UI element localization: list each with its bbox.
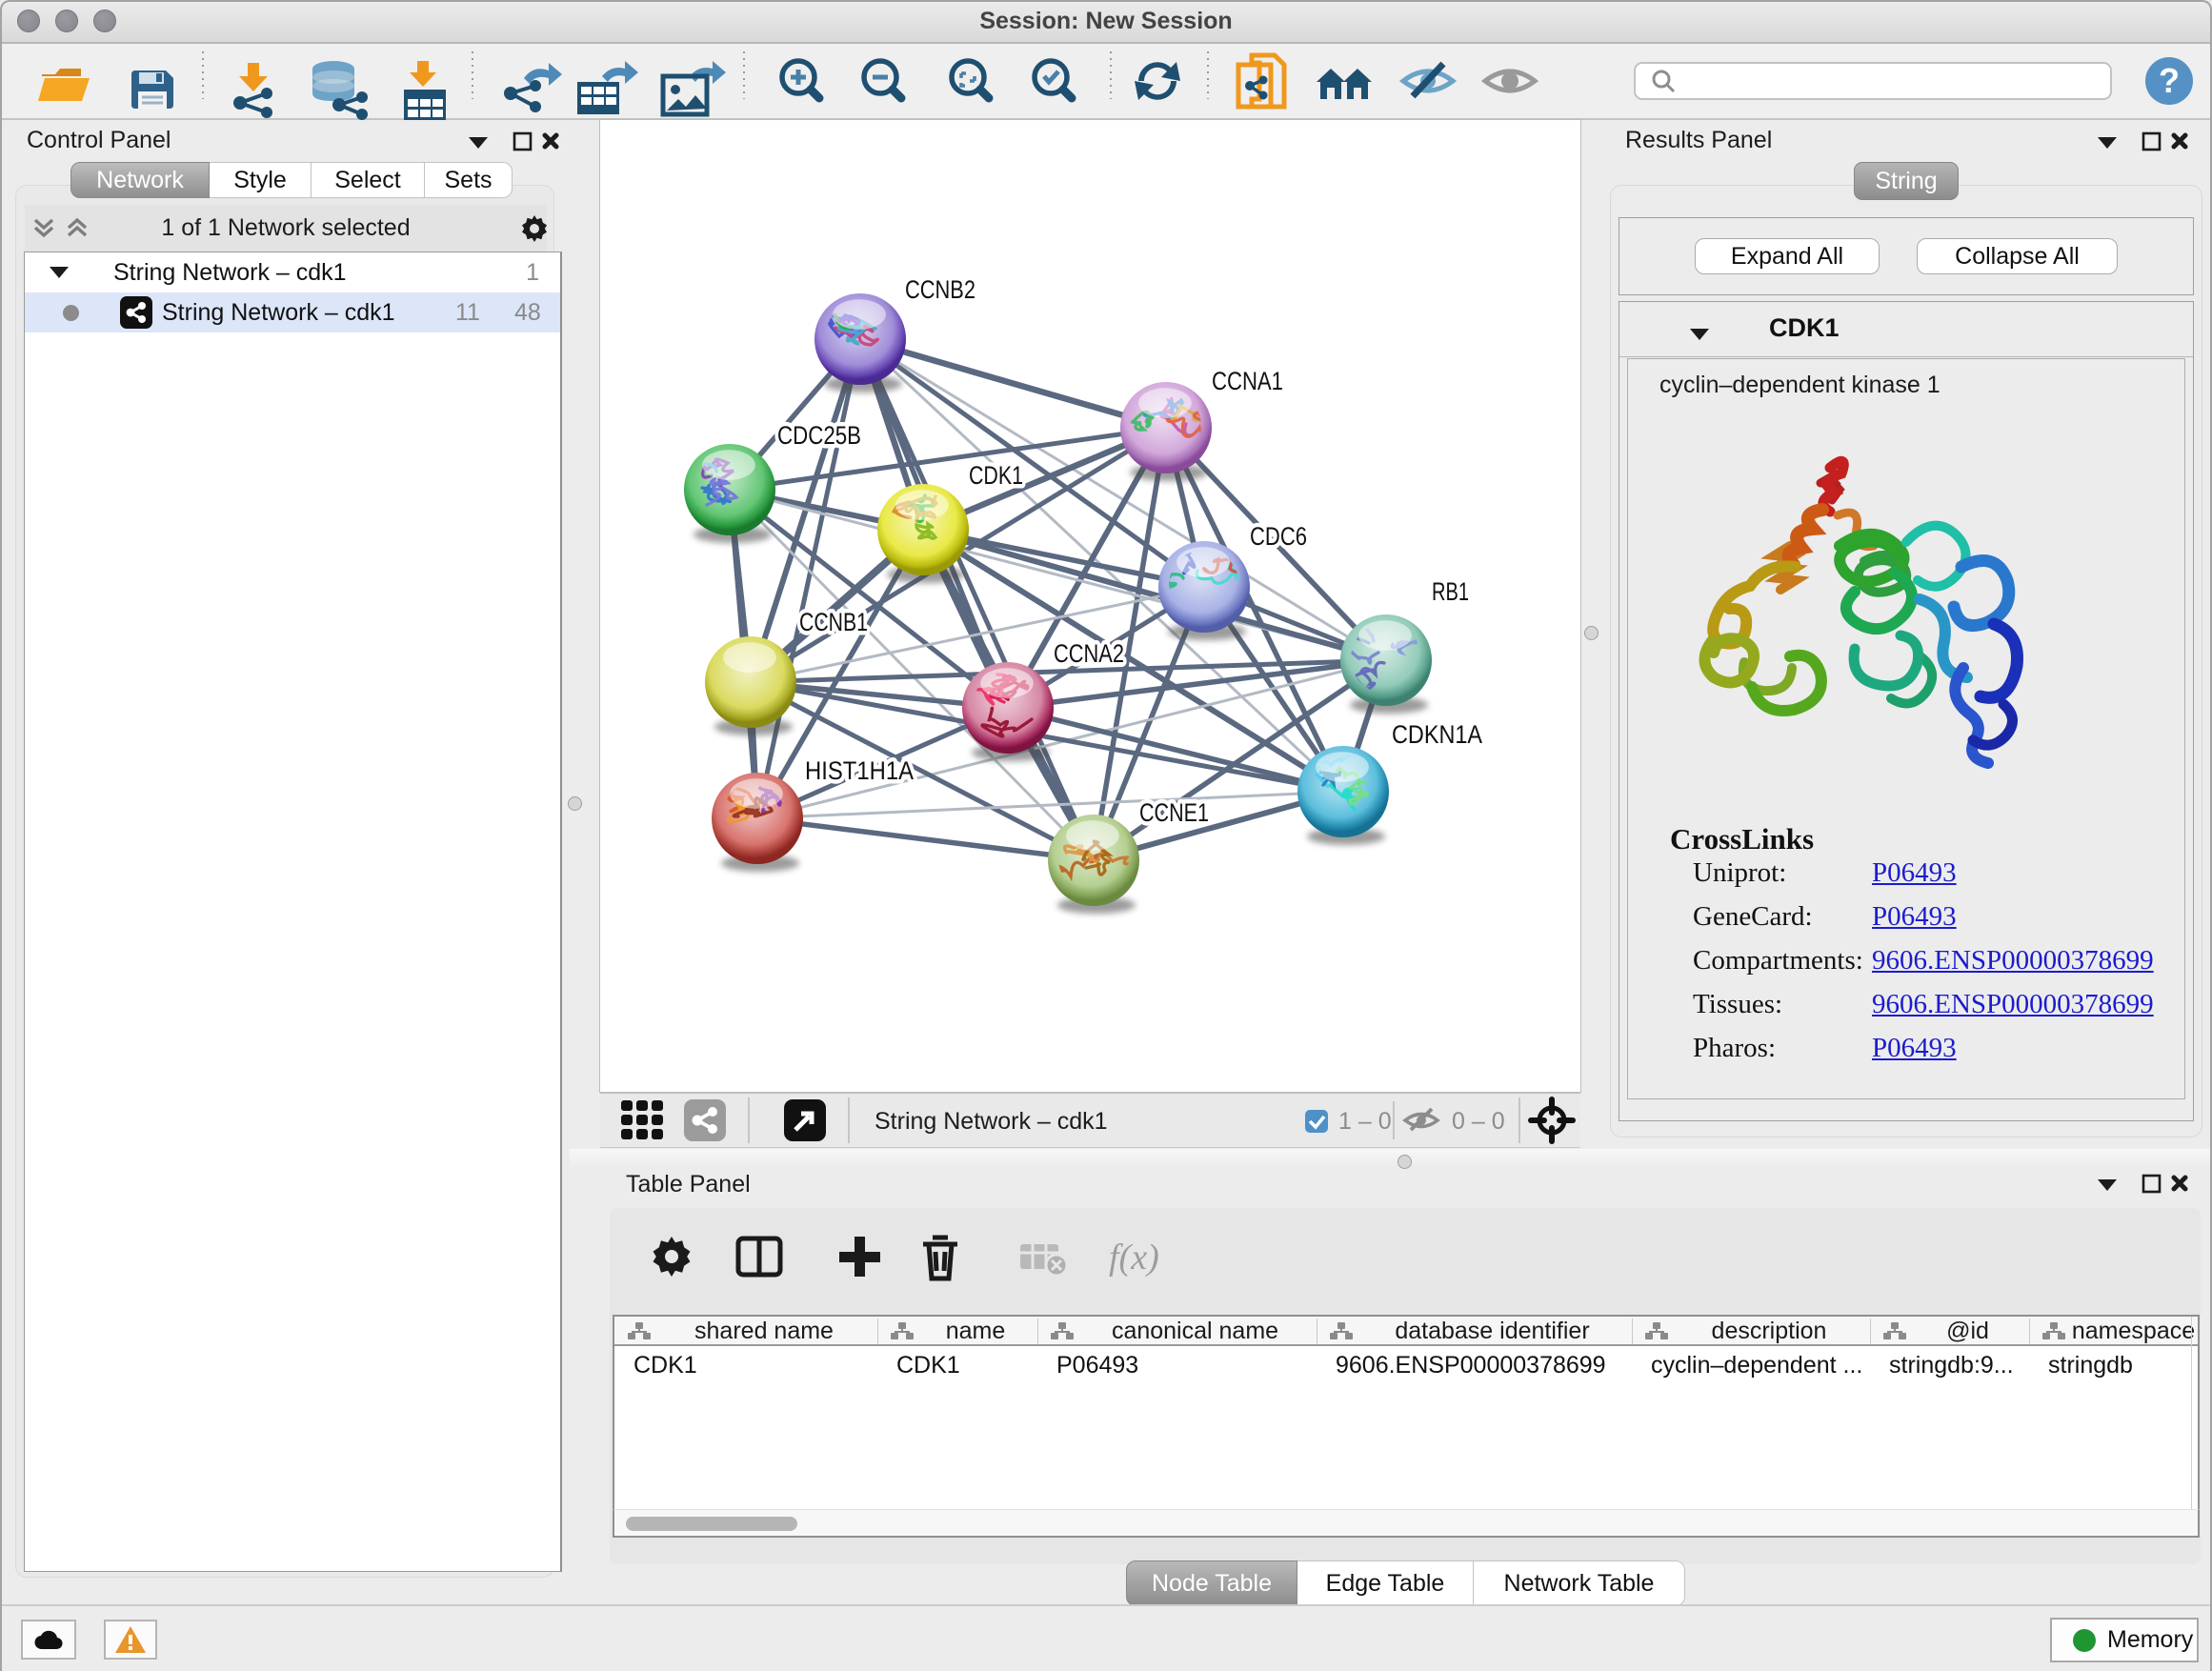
svg-text:CCNB1: CCNB1 <box>799 608 868 636</box>
svg-text:CDC25B: CDC25B <box>777 421 861 450</box>
svg-text:CDC6: CDC6 <box>1250 522 1307 551</box>
svg-text:CCNA2: CCNA2 <box>1054 639 1124 668</box>
svg-text:CCNB2: CCNB2 <box>905 275 975 304</box>
svg-text:RB1: RB1 <box>1432 577 1469 606</box>
svg-text:?: ? <box>2159 61 2180 100</box>
svg-text:CDKN1A: CDKN1A <box>1392 720 1482 749</box>
svg-text:CCNA1: CCNA1 <box>1212 367 1283 395</box>
svg-text:String Network – cdk1: String Network – cdk1 <box>875 1108 1108 1135</box>
svg-text:0 – 0: 0 – 0 <box>1452 1108 1505 1135</box>
svg-text:1 – 0: 1 – 0 <box>1338 1108 1392 1135</box>
svg-text:HIST1H1A: HIST1H1A <box>805 756 914 785</box>
svg-text:CDK1: CDK1 <box>969 461 1023 490</box>
svg-text:f(x): f(x) <box>1109 1238 1159 1278</box>
svg-text:CCNE1: CCNE1 <box>1139 798 1209 827</box>
